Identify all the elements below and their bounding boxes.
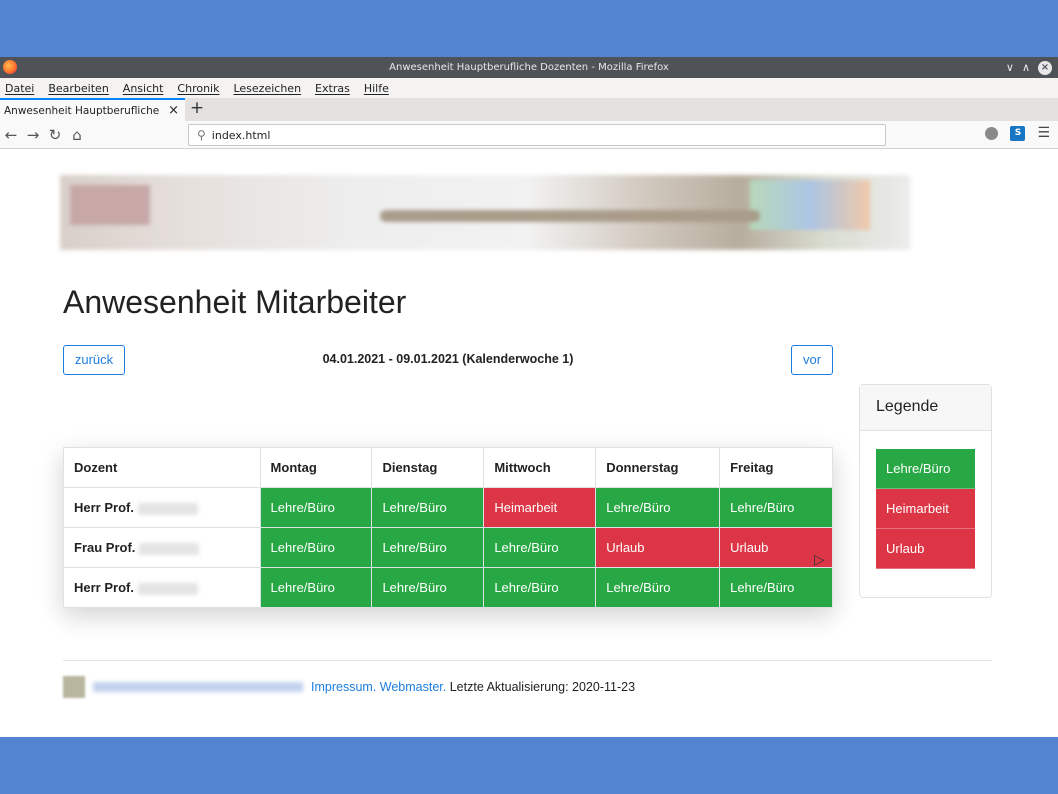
url-bar[interactable]: ⚲ index.html xyxy=(188,124,886,146)
menu-icon[interactable]: ☰ xyxy=(1037,125,1050,141)
url-text: index.html xyxy=(211,128,271,142)
lecturer-name: Herr Prof. xyxy=(63,567,261,608)
search-icon: ⚲ xyxy=(197,128,206,142)
page-content: Anwesenheit Mitarbeiter zurück 04.01.202… xyxy=(0,170,1058,737)
footer-blurred-link xyxy=(93,682,303,692)
status-cell: Lehre/Büro xyxy=(371,567,485,608)
status-cell: Lehre/Büro xyxy=(259,527,373,568)
footer: Impressum. Webmaster. Letzte Aktualisier… xyxy=(63,676,635,698)
column-header: Mittwoch xyxy=(483,447,597,488)
last-updated: Letzte Aktualisierung: 2020-11-23 xyxy=(449,680,636,694)
status-cell: Lehre/Büro xyxy=(259,567,373,608)
impressum-link[interactable]: Impressum. xyxy=(311,680,376,694)
legend-item: Lehre/Büro xyxy=(876,449,975,489)
header-banner-image xyxy=(60,175,910,250)
column-header: Dienstag xyxy=(371,447,485,488)
status-cell: Heimarbeit xyxy=(483,487,597,528)
footer-divider xyxy=(63,660,992,661)
tab-label: Anwesenheit Hauptberufliche xyxy=(4,104,160,117)
forward-icon[interactable]: → xyxy=(22,126,44,144)
mouse-cursor-icon: ▷ xyxy=(814,551,825,567)
table-row: Herr Prof. Lehre/Büro Lehre/Büro Heimarb… xyxy=(63,487,833,528)
extension-icon[interactable] xyxy=(985,126,999,140)
table-header-row: Dozent Montag Dienstag Mittwoch Donnerst… xyxy=(63,447,833,488)
legend-item: Urlaub xyxy=(876,529,975,569)
week-navigation: zurück 04.01.2021 - 09.01.2021 (Kalender… xyxy=(63,345,833,379)
menu-bar: Datei Bearbeiten Ansicht Chronik Lesezei… xyxy=(0,78,1058,98)
status-cell: Lehre/Büro xyxy=(595,567,721,608)
table-row: Frau Prof. Lehre/Büro Lehre/Büro Lehre/B… xyxy=(63,527,833,568)
menu-extras[interactable]: Extras xyxy=(315,82,350,95)
column-header: Freitag xyxy=(719,447,833,488)
column-header: Donnerstag xyxy=(595,447,721,488)
back-icon[interactable]: ← xyxy=(0,126,22,144)
tab-active[interactable]: Anwesenheit Hauptberufliche × xyxy=(0,98,185,121)
extension-s-icon[interactable]: S xyxy=(1010,125,1026,141)
week-range: 04.01.2021 - 09.01.2021 (Kalenderwoche 1… xyxy=(322,352,574,366)
forward-button[interactable]: vor xyxy=(791,345,833,375)
legend-item: Heimarbeit xyxy=(876,489,975,529)
new-tab-icon[interactable]: + xyxy=(185,98,209,121)
status-cell: Lehre/Büro xyxy=(595,487,721,528)
status-cell: Lehre/Büro xyxy=(371,487,485,528)
lecturer-name: Herr Prof. xyxy=(63,487,261,528)
status-cell: Lehre/Büro xyxy=(483,567,597,608)
webmaster-link[interactable]: Webmaster. xyxy=(380,680,446,694)
page-title: Anwesenheit Mitarbeiter xyxy=(63,284,407,320)
lecturer-name: Frau Prof. xyxy=(63,527,261,568)
browser-window: Anwesenheit Hauptberufliche Dozenten - M… xyxy=(0,57,1058,737)
column-header: Dozent xyxy=(63,447,261,488)
maximize-icon[interactable]: ∧ xyxy=(1022,57,1030,78)
footer-logo xyxy=(63,676,85,698)
navigation-bar: ← → ↻ ⌂ ⚲ index.html S ☰ xyxy=(0,121,1058,149)
attendance-table: Dozent Montag Dienstag Mittwoch Donnerst… xyxy=(63,447,833,608)
menu-bearbeiten[interactable]: Bearbeiten xyxy=(48,82,108,95)
status-cell: Lehre/Büro xyxy=(483,527,597,568)
table-row: Herr Prof. Lehre/Büro Lehre/Büro Lehre/B… xyxy=(63,567,833,608)
legend-title: Legende xyxy=(860,385,991,431)
column-header: Montag xyxy=(259,447,373,488)
minimize-icon[interactable]: ∨ xyxy=(1006,57,1014,78)
status-cell: Lehre/Büro xyxy=(259,487,373,528)
firefox-logo-icon xyxy=(3,60,17,74)
menu-hilfe[interactable]: Hilfe xyxy=(364,82,389,95)
menu-chronik[interactable]: Chronik xyxy=(177,82,219,95)
menu-datei[interactable]: Datei xyxy=(5,82,34,95)
home-icon[interactable]: ⌂ xyxy=(66,126,88,144)
status-cell: Lehre/Büro xyxy=(719,487,833,528)
menu-lesezeichen[interactable]: Lesezeichen xyxy=(233,82,301,95)
status-cell: Lehre/Büro xyxy=(371,527,485,568)
status-cell: Lehre/Büro xyxy=(719,567,833,608)
title-bar: Anwesenheit Hauptberufliche Dozenten - M… xyxy=(0,57,1058,78)
legend-card: Legende Lehre/Büro Heimarbeit Urlaub xyxy=(859,384,992,598)
reload-icon[interactable]: ↻ xyxy=(44,126,66,144)
status-cell: Urlaub xyxy=(595,527,721,568)
close-tab-icon[interactable]: × xyxy=(168,103,179,118)
menu-ansicht[interactable]: Ansicht xyxy=(123,82,164,95)
close-window-icon[interactable]: × xyxy=(1038,60,1052,75)
window-title: Anwesenheit Hauptberufliche Dozenten - M… xyxy=(389,62,669,73)
tab-bar: Anwesenheit Hauptberufliche × + xyxy=(0,98,1058,121)
